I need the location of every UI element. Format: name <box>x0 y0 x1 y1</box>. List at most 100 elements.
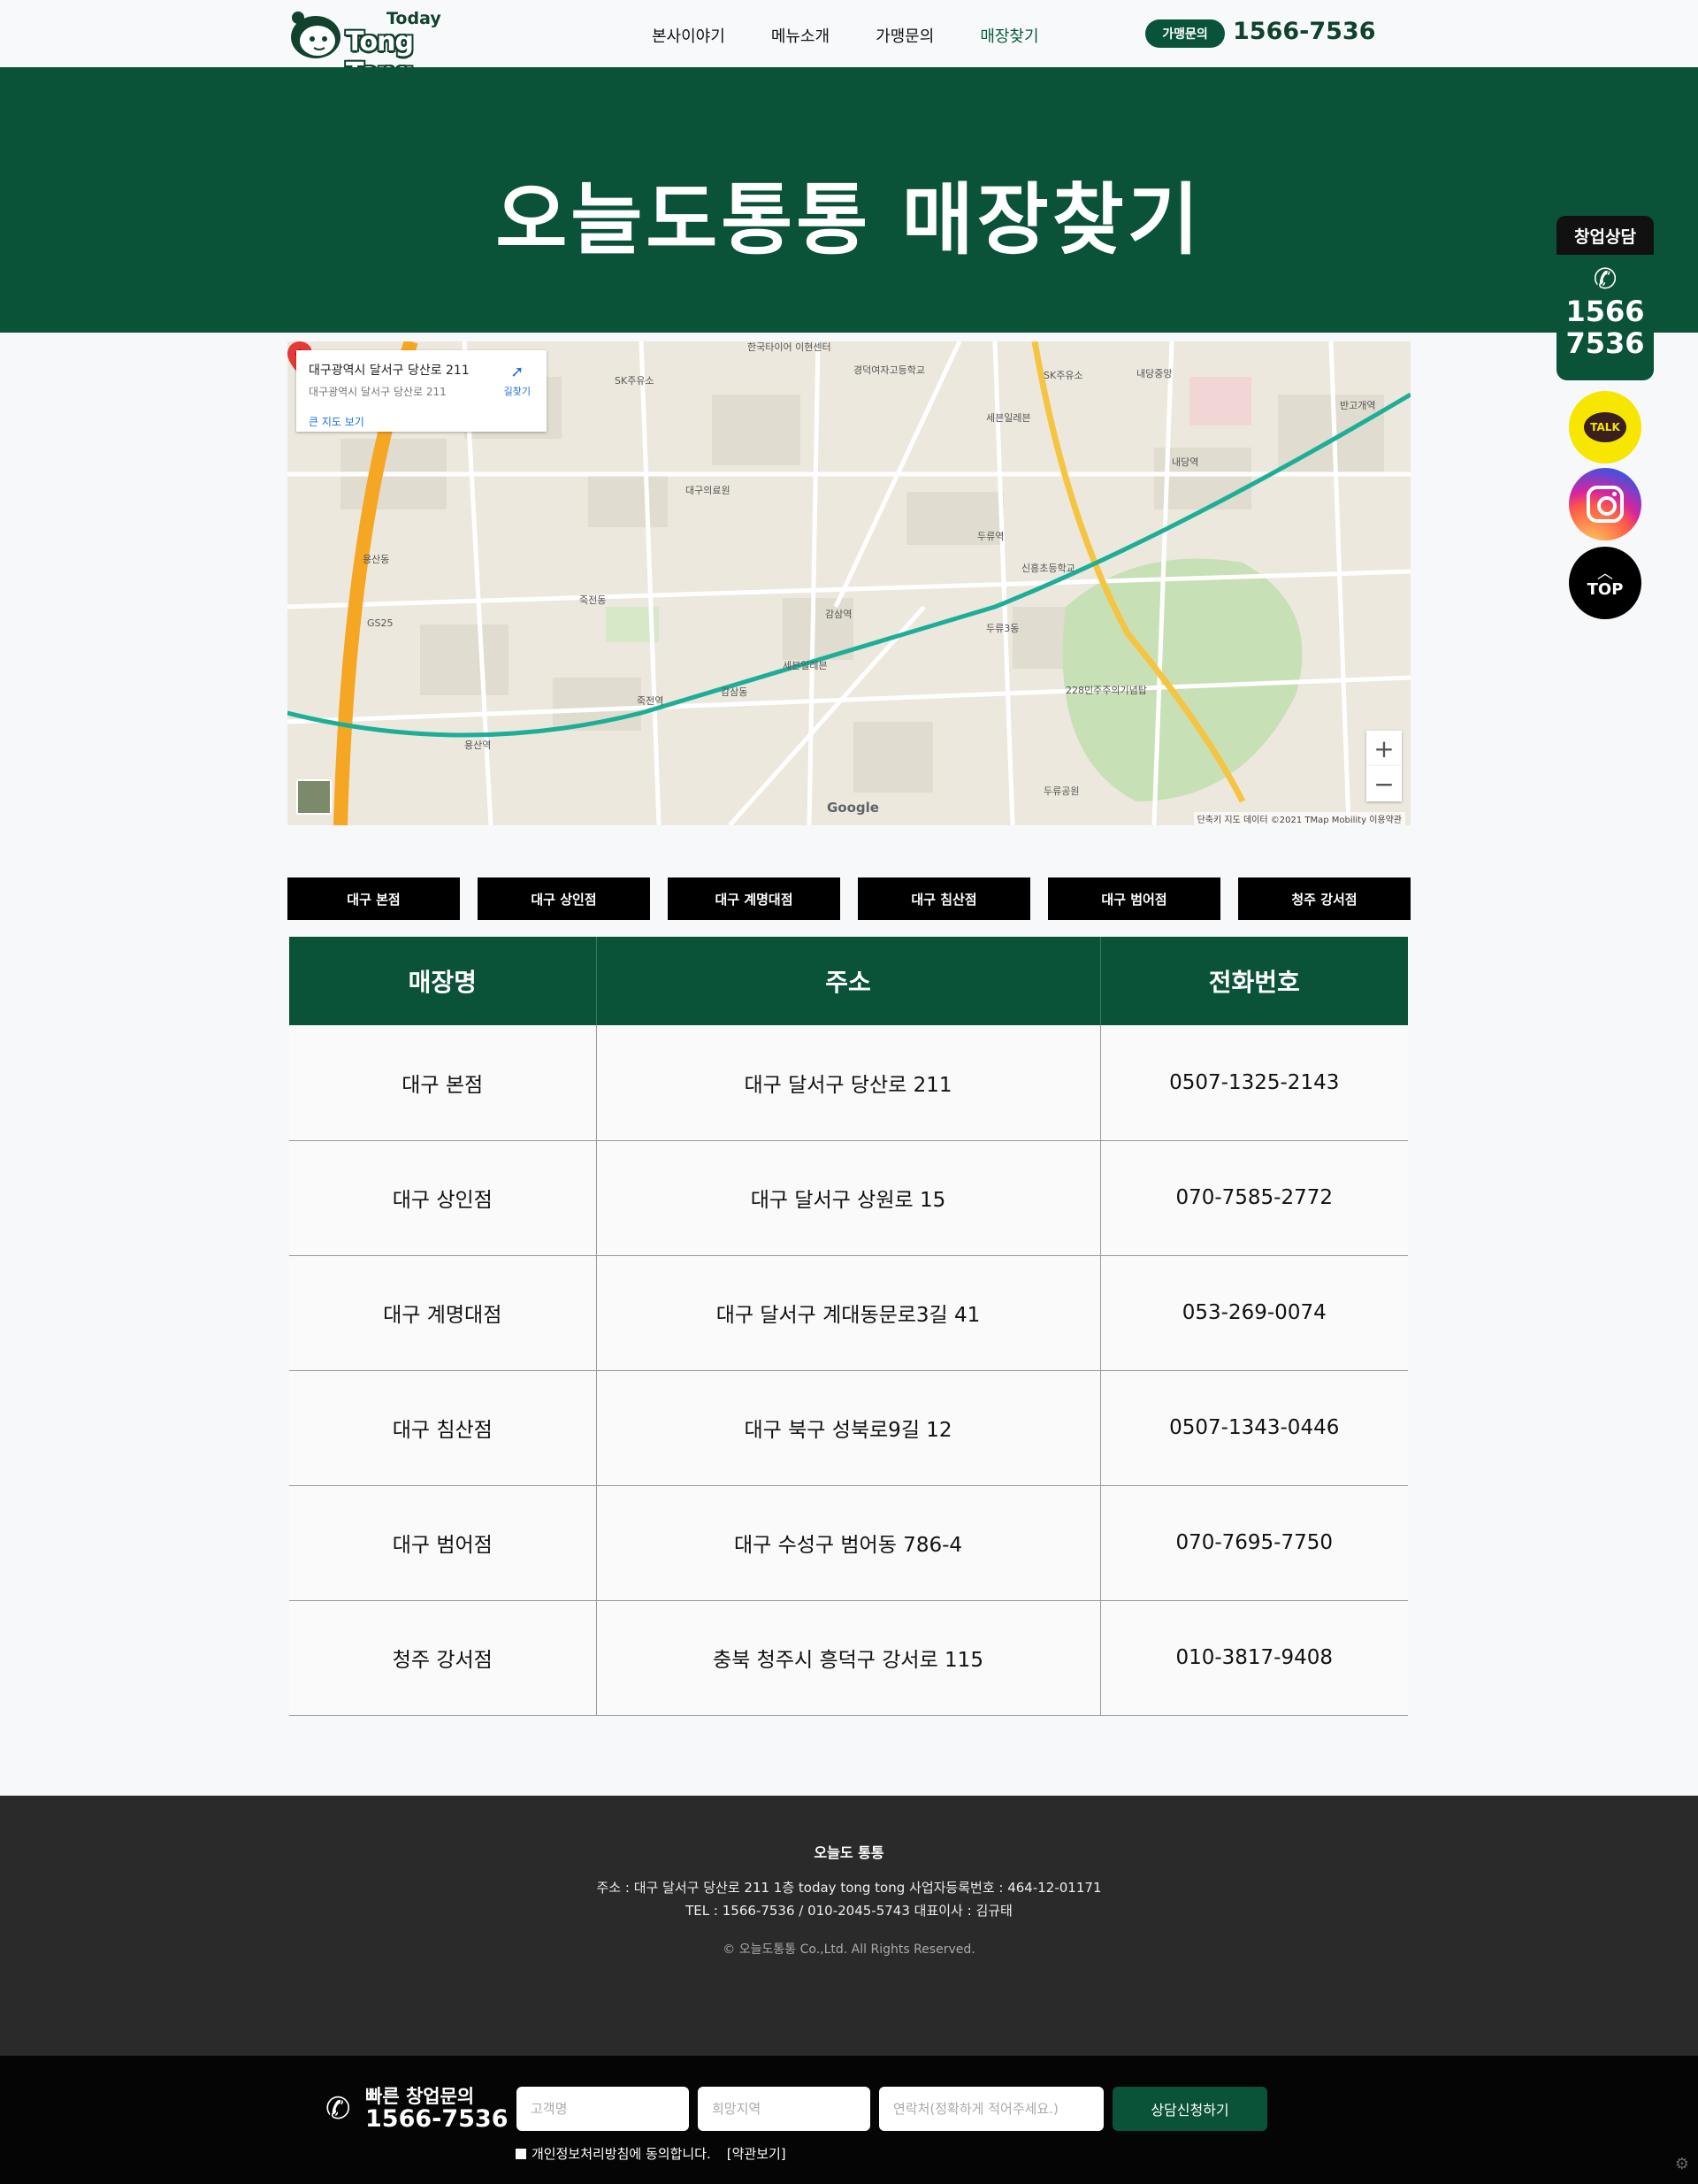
map-label: 대구의료원 <box>685 485 730 496</box>
gear-icon[interactable]: ⚙ <box>1675 2155 1689 2173</box>
store-button[interactable]: 청주 강서점 <box>1238 877 1411 920</box>
address-cell: 대구 달서구 당산로 211 <box>596 1025 1101 1141</box>
map-card-subtitle: 대구광역시 달서구 당산로 211 <box>309 386 447 398</box>
kakaotalk-button[interactable]: TALK <box>1569 391 1641 464</box>
nav-franchise[interactable]: 가맹문의 <box>876 24 934 47</box>
view-terms-link[interactable]: [약관보기] <box>727 2144 786 2163</box>
map-info-card: 대구광역시 달서구 당산로 211 대구광역시 달서구 당산로 211 큰 지도… <box>296 350 547 432</box>
store-name-cell: 대구 상인점 <box>289 1140 597 1256</box>
footer-address: 주소 : 대구 달서구 당산로 211 1층 today tong tong 사… <box>596 1880 1102 1896</box>
map-label: 반고개역 <box>1340 400 1375 411</box>
privacy-label: 개인정보처리방침에 동의합니다. <box>532 2146 711 2162</box>
phone-cell: 070-7695-7750 <box>1100 1485 1408 1601</box>
map-label: 용산동 <box>363 554 389 565</box>
scroll-top-button[interactable]: ︿ TOP <box>1569 547 1641 619</box>
chevron-up-icon: ︿ <box>1597 563 1613 583</box>
map-attribution[interactable]: 단축키 지도 데이터 ©2021 TMap Mobility 이용약관 <box>1193 812 1405 825</box>
store-name-cell: 대구 본점 <box>289 1025 597 1141</box>
consult-number-2: 7536 <box>1565 326 1645 360</box>
store-button[interactable]: 대구 침산점 <box>858 877 1030 920</box>
map-label: SK주유소 <box>1044 370 1083 381</box>
zoom-out-button[interactable]: − <box>1366 766 1402 801</box>
map-label: 경덕여자고등학교 <box>853 364 925 376</box>
nav-store-finder[interactable]: 매장찾기 <box>980 24 1038 47</box>
quick-inquiry-phone: 1566-7536 <box>365 2105 509 2133</box>
map-label: GS25 <box>367 617 394 629</box>
top-label: TOP <box>1587 579 1624 599</box>
footer-tel: TEL : 1566-7536 / 010-2045-5743 대표이사 : 김… <box>685 1903 1013 1919</box>
header-phone: 전화번호 <box>1100 937 1408 1025</box>
page-title: 오늘도통통 매장찾기 <box>495 174 1203 265</box>
quick-inquiry-bar: ✆ 빠른 창업문의 1566-7536 상담신청하기 개인정보처리방침에 동의합… <box>0 2056 1698 2184</box>
store-name-cell: 청주 강서점 <box>289 1600 597 1716</box>
phone-cell: 0507-1325-2143 <box>1100 1025 1408 1141</box>
store-map[interactable]: 한국타이어 이현센터 경덕여자고등학교 SK주유소 내당중앙 반고개역 세븐일레… <box>287 341 1411 825</box>
inquiry-phone[interactable]: 1566-7536 <box>1233 18 1376 45</box>
phone-icon: ✆ <box>325 2091 351 2127</box>
map-label: 두류역 <box>977 531 1004 542</box>
consult-body: ✆ 1566 7536 <box>1556 255 1654 380</box>
satellite-toggle[interactable] <box>296 779 332 815</box>
contact-input[interactable] <box>879 2087 1104 2131</box>
table-row: 대구 침산점 대구 북구 성북로9길 12 0507-1343-0446 <box>289 1370 1408 1486</box>
address-cell: 대구 북구 성북로9길 12 <box>596 1370 1101 1486</box>
privacy-checkbox[interactable] <box>516 2148 526 2159</box>
directions-button[interactable]: ➚ 길찾기 <box>504 363 531 398</box>
directions-icon: ➚ <box>510 363 524 381</box>
map-label: 용산역 <box>464 739 491 751</box>
zoom-in-button[interactable]: + <box>1366 731 1402 766</box>
map-label: SK주유소 <box>615 375 654 387</box>
phone-cell: 0507-1343-0446 <box>1100 1370 1408 1486</box>
header-address: 주소 <box>596 937 1101 1025</box>
store-button[interactable]: 대구 본점 <box>287 877 460 920</box>
map-label: 228민주주의기념탑 <box>1066 685 1147 696</box>
map-label: 죽전역 <box>637 695 663 707</box>
page-banner: 오늘도통통 매장찾기 <box>0 67 1698 333</box>
header-store-name: 매장명 <box>289 937 597 1025</box>
phone-icon: ✆ <box>1593 262 1618 295</box>
privacy-agreement: 개인정보처리방침에 동의합니다. [약관보기] <box>516 2144 786 2163</box>
map-label: 세븐일레븐 <box>986 411 1031 424</box>
map-label: 내당역 <box>1172 456 1198 468</box>
kakaotalk-icon: TALK <box>1584 412 1626 442</box>
instagram-button[interactable] <box>1569 468 1641 540</box>
address-cell: 충북 청주시 흥덕구 강서로 115 <box>596 1600 1101 1716</box>
address-cell: 대구 수성구 범어동 786-4 <box>596 1485 1101 1601</box>
consult-number-1: 1566 <box>1565 295 1645 328</box>
footer-copyright: © 오늘도통통 Co.,Ltd. All Rights Reserved. <box>723 1943 975 1957</box>
table-header-row: 매장명 주소 전화번호 <box>289 937 1408 1025</box>
footer-company-name: 오늘도 통통 <box>814 1844 884 1861</box>
site-footer: 오늘도 통통 주소 : 대구 달서구 당산로 211 1층 today tong… <box>0 1796 1698 2056</box>
map-label: 한국타이어 이현센터 <box>747 341 831 353</box>
logo-today-text: Today <box>386 9 441 28</box>
store-button[interactable]: 대구 상인점 <box>478 877 650 920</box>
map-label: 두류공원 <box>1044 785 1079 797</box>
address-cell: 대구 달서구 계대동문로3길 41 <box>596 1255 1101 1371</box>
logo-mascot-icon <box>291 11 340 58</box>
store-button[interactable]: 대구 범어점 <box>1048 877 1220 920</box>
map-label: 신흥초등학교 <box>1021 562 1075 574</box>
desired-area-input[interactable] <box>698 2087 870 2131</box>
address-cell: 대구 달서구 상원로 15 <box>596 1140 1101 1256</box>
store-name-cell: 대구 계명대점 <box>289 1255 597 1371</box>
side-consult-widget[interactable]: 창업상담 ✆ 1566 7536 <box>1556 216 1654 380</box>
table-row: 대구 상인점 대구 달서구 상원로 15 070-7585-2772 <box>289 1140 1408 1256</box>
map-label: 감삼동 <box>721 686 747 698</box>
store-button[interactable]: 대구 계명대점 <box>668 877 840 920</box>
submit-consultation-button[interactable]: 상담신청하기 <box>1113 2087 1267 2131</box>
map-label: 내당중앙 <box>1136 368 1172 379</box>
phone-cell: 053-269-0074 <box>1100 1255 1408 1371</box>
site-header: Today Tong Tong 본사이야기 메뉴소개 가맹문의 매장찾기 가맹문… <box>0 0 1698 88</box>
logo[interactable]: Today Tong Tong <box>287 7 486 88</box>
table-row: 대구 계명대점 대구 달서구 계대동문로3길 41 053-269-0074 <box>289 1255 1408 1371</box>
nav-about[interactable]: 본사이야기 <box>652 24 725 47</box>
table-row: 대구 본점 대구 달서구 당산로 211 0507-1325-2143 <box>289 1025 1408 1141</box>
franchise-inquiry-badge[interactable]: 가맹문의 <box>1145 19 1225 48</box>
map-label: 죽전동 <box>579 594 606 606</box>
google-logo: Google <box>827 800 879 816</box>
customer-name-input[interactable] <box>516 2087 689 2131</box>
phone-cell: 070-7585-2772 <box>1100 1140 1408 1256</box>
map-label: 감삼역 <box>825 609 852 620</box>
nav-menu[interactable]: 메뉴소개 <box>771 24 830 47</box>
larger-map-link[interactable]: 큰 지도 보기 <box>309 414 364 429</box>
